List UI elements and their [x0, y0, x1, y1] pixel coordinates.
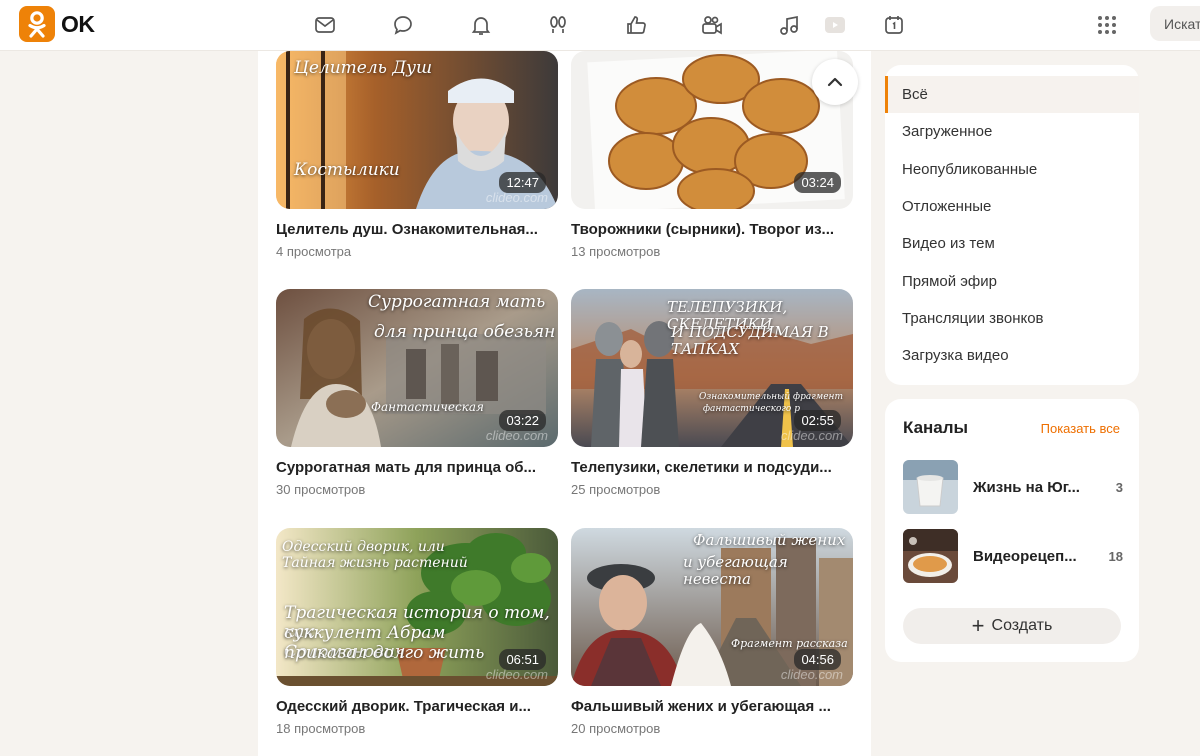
create-channel-button[interactable]: + Создать	[903, 608, 1121, 644]
channel-thumbnail	[903, 460, 958, 514]
menu-item-upload-video[interactable]: Загрузка видео	[885, 337, 1139, 374]
logo-text: OK	[61, 10, 95, 37]
thumbnail-caption: И ПОДСУДИМАЯ В ТАПКАХ	[671, 323, 829, 358]
mail-icon[interactable]	[310, 10, 340, 40]
thumbnail-caption: приказал долго жить	[284, 643, 485, 663]
video-duration: 02:55	[794, 410, 841, 431]
guests-icon[interactable]	[543, 10, 573, 40]
video-card[interactable]: Одесский дворик, или Тайная жизнь растен…	[276, 528, 558, 736]
menu-item-unpublished[interactable]: Неопубликованные	[885, 151, 1139, 188]
video-duration: 04:56	[794, 649, 841, 670]
show-all-channels-link[interactable]: Показать все	[1041, 421, 1120, 436]
chat-icon[interactable]	[388, 10, 418, 40]
thumbnail-caption: для принца обезьян	[374, 322, 556, 342]
video-duration: 03:22	[499, 410, 546, 431]
chevron-up-icon	[827, 77, 843, 87]
video-views: 30 просмотров	[276, 482, 366, 497]
channel-video-count: 3	[1115, 479, 1123, 495]
video-thumbnail[interactable]: Целитель Душ Костылики clideo.com 12:47	[276, 51, 558, 209]
ok-logo[interactable]: OK	[19, 6, 95, 42]
video-thumbnail[interactable]: ТЕЛЕПУЗИКИ, СКЕЛЕТИКИ И ПОДСУДИМАЯ В ТАП…	[571, 289, 853, 447]
video-thumbnail[interactable]: Фальшивый жених и убегающая невеста Фраг…	[571, 528, 853, 686]
menu-item-call-streams[interactable]: Трансляции звонков	[885, 300, 1139, 337]
menu-item-label: Трансляции звонков	[902, 309, 1044, 327]
video-card[interactable]: 03:24 Творожники (сырники). Творог из...…	[571, 51, 853, 259]
video-title[interactable]: Творожники (сырники). Творог из...	[571, 221, 853, 238]
menu-item-all[interactable]: Всё	[885, 76, 1139, 114]
video-title[interactable]: Суррогатная мать для принца об...	[276, 459, 558, 476]
thumbnail-caption: Фальшивый жених	[693, 531, 846, 549]
channel-thumbnail	[903, 529, 958, 583]
menu-item-topic-videos[interactable]: Видео из тем	[885, 225, 1139, 262]
plus-icon: +	[971, 613, 985, 638]
thumbnail-caption: Суррогатная мать	[368, 292, 546, 312]
video-thumbnail[interactable]: Суррогатная мать для принца обезьян Фант…	[276, 289, 558, 447]
menu-item-label: Всё	[902, 86, 928, 104]
thumbnail-caption: Тайная жизнь растений	[282, 555, 468, 571]
video-views: 13 просмотров	[571, 244, 661, 259]
video-play-icon[interactable]	[820, 10, 850, 40]
thumbnail-caption: фантастического р	[703, 404, 800, 414]
video-views: 25 просмотров	[571, 482, 661, 497]
music-icon[interactable]	[774, 10, 804, 40]
scroll-to-top-button[interactable]	[812, 59, 858, 105]
video-card[interactable]: Целитель Душ Костылики clideo.com 12:47 …	[276, 51, 558, 259]
video-duration: 12:47	[499, 172, 546, 193]
video-card[interactable]: Фальшивый жених и убегающая невеста Фраг…	[571, 528, 853, 736]
search-input[interactable]: Искать	[1150, 6, 1200, 41]
video-grid: Целитель Душ Костылики clideo.com 12:47 …	[258, 51, 871, 756]
channel-item[interactable]: Жизнь на Юг... 3	[903, 460, 1123, 514]
video-duration: 06:51	[499, 649, 546, 670]
thumbnail-caption: Ознакомительный фрагмент	[699, 392, 844, 402]
menu-item-uploaded[interactable]: Загруженное	[885, 113, 1139, 150]
video-views: 4 просмотра	[276, 244, 352, 259]
channel-name: Жизнь на Юг...	[973, 478, 1080, 496]
thumbnail-caption: Целитель Душ	[294, 58, 433, 78]
video-thumbnail[interactable]: Одесский дворик, или Тайная жизнь растен…	[276, 528, 558, 686]
likes-icon[interactable]	[621, 10, 651, 40]
video-title[interactable]: Целитель душ. Ознакомительная...	[276, 221, 558, 238]
menu-item-scheduled[interactable]: Отложенные	[885, 188, 1139, 225]
thumbnail-caption: Одесский дворик, или	[282, 539, 445, 555]
menu-item-live[interactable]: Прямой эфир	[885, 262, 1139, 299]
channels-title: Каналы	[903, 418, 969, 437]
video-views: 18 просмотров	[276, 721, 366, 736]
channel-name: Видеорецеп...	[973, 547, 1077, 565]
thumbnail-caption: Костылики	[294, 160, 400, 180]
video-filter-menu: Всё Загруженное Неопубликованные Отложен…	[885, 65, 1139, 385]
apps-grid-icon[interactable]	[1092, 10, 1122, 40]
video-card[interactable]: ТЕЛЕПУЗИКИ, СКЕЛЕТИКИ И ПОДСУДИМАЯ В ТАП…	[571, 289, 853, 497]
ok-logo-icon	[19, 6, 55, 42]
video-title[interactable]: Одесский дворик. Трагическая и...	[276, 698, 558, 715]
menu-item-label: Отложенные	[902, 198, 992, 216]
bell-icon[interactable]	[466, 10, 496, 40]
menu-item-label: Загрузка видео	[902, 347, 1009, 365]
thumbnail-caption: Фантастическая	[371, 400, 484, 414]
video-duration: 03:24	[794, 172, 841, 193]
channel-video-count: 18	[1108, 548, 1123, 564]
video-thumbnail[interactable]: 03:24	[571, 51, 853, 209]
top-bar: OK Искать	[0, 0, 1200, 51]
menu-item-label: Видео из тем	[902, 235, 995, 253]
video-title[interactable]: Телепузики, скелетики и подсуди...	[571, 459, 853, 476]
channels-panel: Каналы Показать все Жизнь на Юг... 3 Вид…	[885, 399, 1139, 662]
menu-item-label: Загруженное	[902, 123, 993, 141]
menu-item-label: Прямой эфир	[902, 272, 997, 290]
thumbnail-caption: и убегающая невеста	[683, 553, 788, 588]
menu-item-label: Неопубликованные	[902, 160, 1038, 178]
video-camera-icon[interactable]	[697, 10, 727, 40]
video-title[interactable]: Фальшивый жених и убегающая ...	[571, 698, 853, 715]
create-button-label: Создать	[991, 617, 1053, 634]
video-views: 20 просмотров	[571, 721, 661, 736]
calendar-icon[interactable]	[879, 10, 909, 40]
channel-item[interactable]: Видеорецеп... 18	[903, 529, 1123, 583]
video-card[interactable]: Суррогатная мать для принца обезьян Фант…	[276, 289, 558, 497]
